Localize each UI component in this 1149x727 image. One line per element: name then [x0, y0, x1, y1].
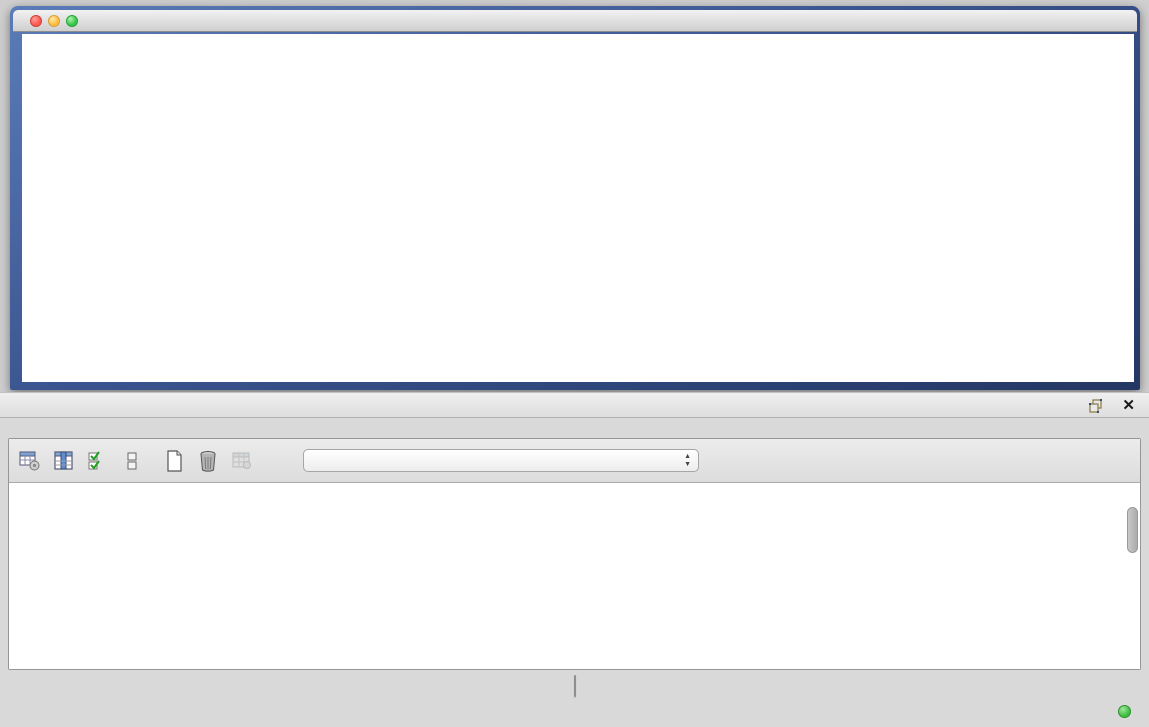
network-window-titlebar[interactable] — [13, 10, 1137, 32]
table-scrollbar-thumb[interactable] — [1127, 507, 1138, 553]
dropdown-stepper-icon: ▲▼ — [684, 453, 691, 469]
node-table-wrap — [9, 483, 1140, 669]
new-column-icon[interactable] — [161, 448, 187, 474]
table-toolbar: ▲▼ — [9, 439, 1140, 483]
table-panel: ✕ — [0, 392, 1149, 727]
status-bar — [0, 699, 1149, 727]
table-tabbar — [0, 675, 1149, 699]
table-options-icon[interactable] — [17, 448, 43, 474]
minimize-window-button[interactable] — [48, 15, 60, 27]
cytoscape-app: ✕ — [0, 0, 1149, 727]
network-window — [10, 6, 1140, 390]
checklist-icon[interactable] — [85, 448, 111, 474]
network-canvas[interactable] — [22, 34, 1134, 382]
table-scrollbar[interactable] — [1127, 507, 1138, 667]
memory-ok-icon — [1118, 705, 1131, 718]
delete-column-icon[interactable] — [195, 448, 221, 474]
table-toolbox: ▲▼ — [8, 438, 1141, 670]
float-panel-icon[interactable] — [1089, 398, 1105, 414]
close-window-button[interactable] — [30, 15, 42, 27]
import-table-icon[interactable] — [229, 448, 255, 474]
table-panel-titlebar[interactable]: ✕ — [0, 392, 1149, 418]
table-selector-dropdown[interactable]: ▲▼ — [303, 449, 699, 472]
select-columns-icon[interactable] — [51, 448, 77, 474]
zoom-window-button[interactable] — [66, 15, 78, 27]
close-panel-icon[interactable]: ✕ — [1122, 396, 1135, 414]
function-builder-icon[interactable] — [263, 448, 289, 474]
row-height-icon[interactable] — [119, 448, 145, 474]
